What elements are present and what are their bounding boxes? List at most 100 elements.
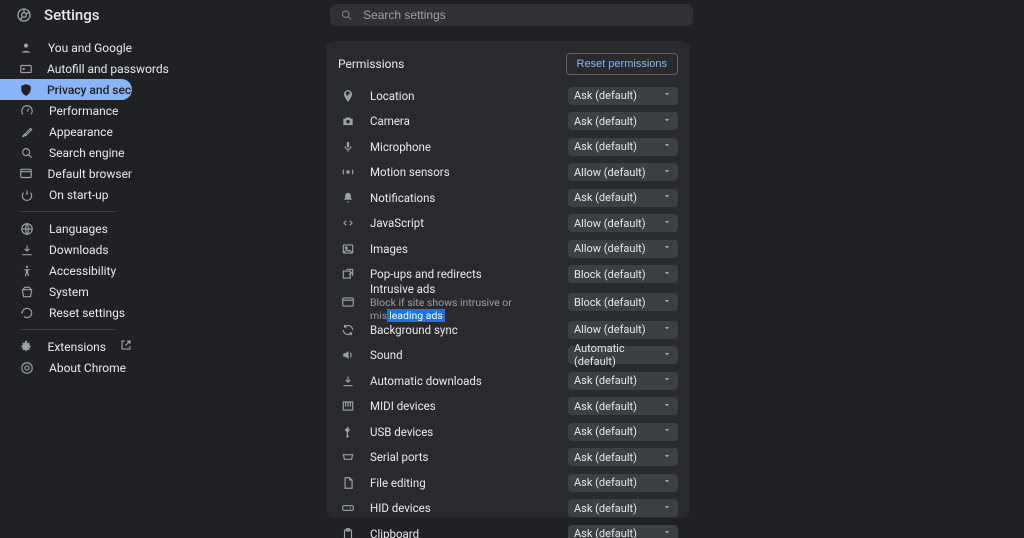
chevron-down-icon: [662, 374, 672, 387]
permission-row-serial-ports: Serial portsAsk (default): [326, 445, 690, 471]
app-header: Settings: [0, 0, 1024, 29]
sidebar-item-system[interactable]: System: [0, 281, 132, 302]
permission-select[interactable]: Automatic (default): [568, 346, 678, 364]
sidebar-item-privacy-and-security[interactable]: Privacy and security: [0, 79, 132, 100]
permission-value: Ask (default): [574, 476, 637, 489]
permission-select[interactable]: Block (default): [568, 293, 678, 311]
permission-value: Ask (default): [574, 374, 637, 387]
permission-value: Allow (default): [574, 166, 646, 179]
permission-select[interactable]: Ask (default): [568, 372, 678, 390]
permission-value: Ask (default): [574, 425, 637, 438]
permission-row-notifications: Notifications Ask (default): [326, 185, 690, 211]
chevron-down-icon: [662, 115, 672, 128]
permission-row-javascript: JavaScript Allow (default): [326, 211, 690, 237]
sidebar-item-label: System: [49, 285, 89, 299]
sidebar-item-default-browser[interactable]: Default browser: [0, 163, 132, 184]
sidebar-item-extensions[interactable]: Extensions: [0, 336, 132, 357]
chevron-down-icon: [662, 242, 672, 255]
sidebar-item-about-chrome[interactable]: About Chrome: [0, 357, 132, 378]
permission-label: Location: [370, 89, 556, 103]
chevron-down-icon: [662, 296, 672, 309]
sidebar-item-appearance[interactable]: Appearance: [0, 121, 132, 142]
permission-row-hid-devices: HID devices Ask (default): [326, 496, 690, 522]
permission-select[interactable]: Allow (default): [568, 163, 678, 181]
sidebar-item-you-and-google[interactable]: You and Google: [0, 37, 132, 58]
clipboard-icon: [338, 527, 358, 538]
permission-select[interactable]: Ask (default): [568, 448, 678, 466]
sidebar-item-downloads[interactable]: Downloads: [0, 239, 132, 260]
permission-select[interactable]: Ask (default): [568, 112, 678, 130]
person-icon: [19, 41, 34, 55]
permission-value: Ask (default): [574, 89, 637, 102]
permission-row-usb-devices: USB devices Ask (default): [326, 419, 690, 445]
search-input[interactable]: [363, 8, 683, 22]
code-icon: [338, 216, 358, 230]
permission-select[interactable]: Ask (default): [568, 474, 678, 492]
chevron-down-icon: [662, 140, 672, 153]
chevron-down-icon: [662, 191, 672, 204]
chevron-down-icon: [662, 451, 672, 464]
permission-select[interactable]: Block (default): [568, 265, 678, 283]
permission-select[interactable]: Ask (default): [568, 423, 678, 441]
sidebar-item-languages[interactable]: Languages: [0, 218, 132, 239]
permission-label: Motion sensors: [370, 165, 556, 179]
permission-value: Ask (default): [574, 191, 637, 204]
permission-select[interactable]: Ask (default): [568, 525, 678, 538]
sidebar-item-performance[interactable]: Performance: [0, 100, 132, 121]
permission-row-sound: SoundAutomatic (default): [326, 343, 690, 369]
sidebar-item-label: You and Google: [48, 41, 132, 55]
sidebar-item-label: Performance: [49, 104, 118, 118]
appearance-icon: [19, 125, 35, 139]
chevron-down-icon: [662, 268, 672, 281]
popup-icon: [338, 267, 358, 281]
permission-label: Notifications: [370, 191, 556, 205]
permission-select[interactable]: Allow (default): [568, 240, 678, 258]
sidebar-item-on-start-up[interactable]: On start-up: [0, 184, 132, 205]
search-settings[interactable]: [330, 4, 693, 26]
usb-icon: [338, 425, 358, 439]
permission-select[interactable]: Allow (default): [568, 214, 678, 232]
permissions-title: Permissions: [338, 57, 404, 71]
sidebar-item-reset-settings[interactable]: Reset settings: [0, 302, 132, 323]
chevron-down-icon: [662, 502, 672, 515]
permission-value: Ask (default): [574, 527, 637, 538]
autodl-icon: [338, 374, 358, 388]
settings-main: Permissions Reset permissions Location As…: [248, 29, 1024, 538]
permission-label: USB devices: [370, 425, 556, 439]
sound-icon: [338, 348, 358, 362]
sidebar-item-autofill-and-passwords[interactable]: Autofill and passwords: [0, 58, 132, 79]
permissions-card: Permissions Reset permissions Location As…: [326, 41, 690, 518]
download-icon: [19, 243, 35, 257]
permission-select[interactable]: Ask (default): [568, 189, 678, 207]
sidebar-item-label: Reset settings: [49, 306, 125, 320]
permission-select[interactable]: Allow (default): [568, 321, 678, 339]
lang-icon: [19, 222, 35, 236]
permission-row-file-editing: File editingAsk (default): [326, 470, 690, 496]
hid-icon: [338, 501, 358, 515]
permission-value: Block (default): [574, 268, 646, 281]
serial-icon: [338, 450, 358, 464]
permission-label: HID devices: [370, 501, 556, 515]
permission-select[interactable]: Ask (default): [568, 397, 678, 415]
chevron-down-icon: [662, 323, 672, 336]
chevron-down-icon: [662, 166, 672, 179]
permission-row-clipboard: ClipboardAsk (default): [326, 521, 690, 538]
image-icon: [338, 242, 358, 256]
motion-icon: [338, 165, 358, 179]
search-icon: [19, 146, 35, 160]
reset-permissions-button[interactable]: Reset permissions: [566, 53, 678, 75]
sidebar-item-search-engine[interactable]: Search engine: [0, 142, 132, 163]
sidebar-item-label: Languages: [49, 222, 108, 236]
permission-label: JavaScript: [370, 216, 556, 230]
permission-value: Ask (default): [574, 140, 637, 153]
permission-value: Ask (default): [574, 451, 637, 464]
sidebar-item-label: About Chrome: [49, 361, 126, 375]
permission-select[interactable]: Ask (default): [568, 87, 678, 105]
permission-value: Automatic (default): [574, 342, 662, 368]
permission-select[interactable]: Ask (default): [568, 138, 678, 156]
chevron-down-icon: [662, 425, 672, 438]
permission-select[interactable]: Ask (default): [568, 499, 678, 517]
sidebar-item-accessibility[interactable]: Accessibility: [0, 260, 132, 281]
permission-label: Microphone: [370, 140, 556, 154]
sidebar-item-label: Search engine: [49, 146, 124, 160]
